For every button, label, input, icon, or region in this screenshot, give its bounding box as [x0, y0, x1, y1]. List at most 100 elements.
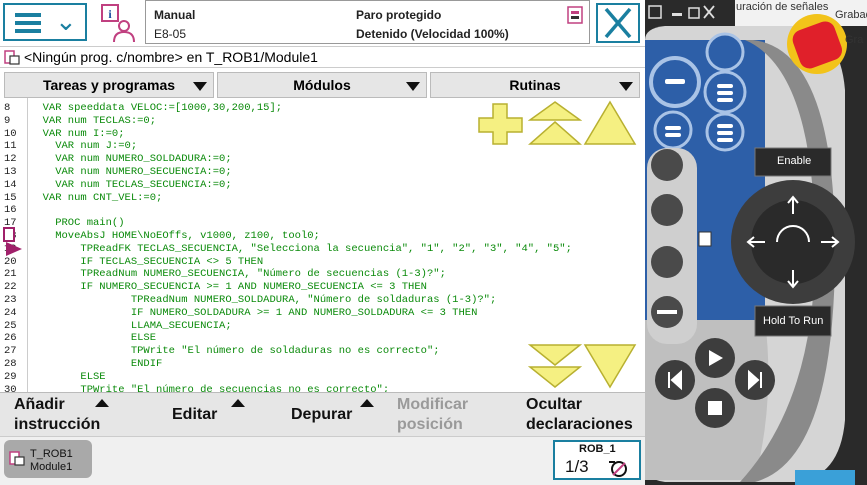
button-label: declaraciones	[526, 416, 633, 433]
flexpendant-screen: ⌄ i Manual E8-05 Paro protegido Detenido…	[0, 0, 645, 485]
code-line[interactable]: 16	[0, 204, 640, 216]
code-line[interactable]: 19 TPReadFK TECLAS_SECUENCIA, "Seleccion…	[0, 243, 640, 255]
code-text: VAR num NUMERO_SECUENCIA:=0;	[30, 166, 232, 178]
code-text: ELSE	[30, 332, 157, 345]
code-text: MoveAbsJ HOME\NoEOffs, v1000, z100, tool…	[30, 230, 320, 242]
code-line[interactable]: 24 IF NUMERO_SOLDADURA >= 1 AND NUMERO_S…	[0, 307, 640, 319]
code-line[interactable]: 14 VAR num TECLAS_SECUENCIA:=0;	[0, 179, 640, 191]
status-box[interactable]: Manual E8-05 Paro protegido Detenido (Ve…	[145, 0, 590, 44]
code-line[interactable]: 17 PROC main()	[0, 217, 640, 229]
code-text: VAR num NUMERO_SOLDADURA:=0;	[30, 153, 232, 166]
line-number: 23	[4, 294, 17, 306]
program-title-bar: <Ningún prog. c/nombre> en T_ROB1/Module…	[0, 46, 645, 68]
mode-text: Manual	[154, 8, 196, 22]
code-text: LLAMA_SECUENCIA;	[30, 319, 232, 332]
line-number: 29	[4, 370, 17, 383]
state-text: Paro protegido	[356, 8, 442, 22]
button-label: Ocultar	[526, 396, 583, 413]
safety-icon	[567, 6, 583, 24]
line-number: 27	[4, 345, 17, 358]
line-number: 10	[4, 127, 17, 140]
emergency-stop-button[interactable]	[790, 15, 845, 75]
main-menu-button[interactable]: ⌄	[3, 3, 87, 41]
modify-position-button[interactable]: Modificar posición	[397, 395, 468, 435]
code-line[interactable]: 23 TPReadNum NUMERO_SOLDADURA, "Número d…	[0, 294, 640, 306]
debug-button[interactable]: Depurar	[291, 399, 375, 425]
stop-button[interactable]	[695, 388, 735, 428]
code-line[interactable]: 25 LLAMA_SECUENCIA;	[0, 320, 640, 332]
page-up-double-arrow-icon[interactable]	[528, 100, 582, 146]
code-text: VAR num CNT_VEL:=0;	[30, 191, 163, 204]
button-label: Modificar	[397, 396, 469, 413]
dropdown-arrow-icon	[193, 82, 207, 91]
start-button[interactable]	[695, 338, 735, 378]
editor-tabs: Tareas y programas Módulos Rutinas	[0, 72, 645, 98]
code-text: TPReadNum NUMERO_SOLDADURA, "Número de s…	[30, 294, 497, 306]
add-line-plus-icon[interactable]	[476, 102, 526, 146]
line-number: 21	[4, 268, 17, 281]
code-text: VAR num TECLAS_SECUENCIA:=0;	[30, 178, 232, 191]
chevron-down-icon: ⌄	[55, 6, 77, 36]
line-number: 12	[4, 153, 17, 166]
page-down-double-arrow-icon[interactable]	[528, 343, 582, 389]
dropdown-arrow-icon	[619, 82, 633, 91]
step-forward-button[interactable]	[735, 360, 775, 400]
line-number: 26	[4, 332, 17, 345]
line-number: 30	[4, 383, 17, 392]
tab-label: Módulos	[293, 77, 351, 93]
tab-routines[interactable]: Rutinas	[430, 72, 640, 98]
code-text: TPWrite "El número de secuencias no es c…	[30, 383, 390, 392]
edit-button[interactable]: Editar	[172, 399, 246, 425]
code-line[interactable]: 22 IF NUMERO_SECUENCIA >= 1 AND NUMERO_S…	[0, 281, 640, 293]
menu-up-arrow-icon	[360, 399, 375, 407]
line-number: 22	[4, 281, 17, 294]
line-number: 9	[4, 114, 11, 127]
line-number: 11	[4, 140, 17, 153]
line-number: 16	[4, 204, 17, 217]
scroll-up-arrow-icon[interactable]	[583, 100, 637, 146]
line-number: 20	[4, 255, 17, 268]
background-record-fragment-2: Gra	[845, 34, 864, 46]
step-backward-button[interactable]	[655, 360, 695, 400]
task-program-editor-button[interactable]: T_ROB1 Module1	[4, 440, 92, 478]
line-number: 8	[4, 102, 11, 114]
menu-up-arrow-icon	[231, 399, 246, 407]
taskbar: T_ROB1 Module1 ROB_1 1/3	[0, 436, 645, 485]
code-text: IF NUMERO_SOLDADURA >= 1 AND NUMERO_SOLD…	[30, 306, 478, 319]
code-text: IF NUMERO_SECUENCIA >= 1 AND NUMERO_SECU…	[30, 281, 427, 294]
top-bar: ⌄ i Manual E8-05 Paro protegido Detenido…	[0, 0, 645, 46]
speed-fraction: 1/3	[565, 457, 589, 476]
line-number: 13	[4, 166, 17, 178]
background-settings-fragment: uración de señales	[736, 1, 829, 13]
code-text: VAR num J:=0;	[30, 140, 138, 153]
tab-modules[interactable]: Módulos	[217, 72, 427, 98]
code-line[interactable]: 18 MoveAbsJ HOME\NoEOffs, v1000, z100, t…	[0, 230, 640, 242]
scroll-down-arrow-icon[interactable]	[583, 343, 637, 389]
code-line[interactable]: 13 VAR num NUMERO_SECUENCIA:=0;	[0, 166, 640, 178]
program-pointer-icon	[3, 227, 22, 256]
code-line[interactable]: 21 TPReadNum NUMERO_SECUENCIA, "Número d…	[0, 268, 640, 280]
hamburger-icon	[15, 13, 41, 33]
close-button[interactable]	[596, 3, 640, 43]
enable-button[interactable]	[755, 148, 831, 176]
add-instruction-button[interactable]: Añadir instrucción	[14, 395, 109, 435]
joystick[interactable]	[735, 185, 851, 301]
line-number: 28	[4, 358, 17, 370]
quickset-robot-button[interactable]: ROB_1 1/3	[553, 440, 641, 480]
program-editor-icon	[4, 50, 20, 65]
hold-to-run-button[interactable]	[755, 306, 831, 336]
menu-up-arrow-icon	[94, 399, 109, 407]
flexpendant-hardware: Enable Hold To Run uración de señales Gr…	[645, 0, 867, 485]
code-text: ENDIF	[30, 358, 163, 370]
code-line[interactable]: 20 IF TECLAS_SECUENCIA <> 5 THEN	[0, 256, 640, 268]
event-log-icon[interactable]: i	[98, 2, 138, 44]
code-text: ELSE	[30, 370, 106, 383]
code-text: VAR num TECLAS:=0;	[30, 114, 157, 127]
code-text: VAR num I:=0;	[30, 127, 125, 140]
button-label: Editar	[172, 406, 218, 423]
button-label: instrucción	[14, 416, 101, 433]
tab-tasks-programs[interactable]: Tareas y programas	[4, 72, 214, 98]
hide-declarations-button[interactable]: Ocultar declaraciones	[526, 395, 633, 435]
code-line[interactable]: 15 VAR num CNT_VEL:=0;	[0, 192, 640, 204]
code-line[interactable]: 12 VAR num NUMERO_SOLDADURA:=0;	[0, 153, 640, 165]
